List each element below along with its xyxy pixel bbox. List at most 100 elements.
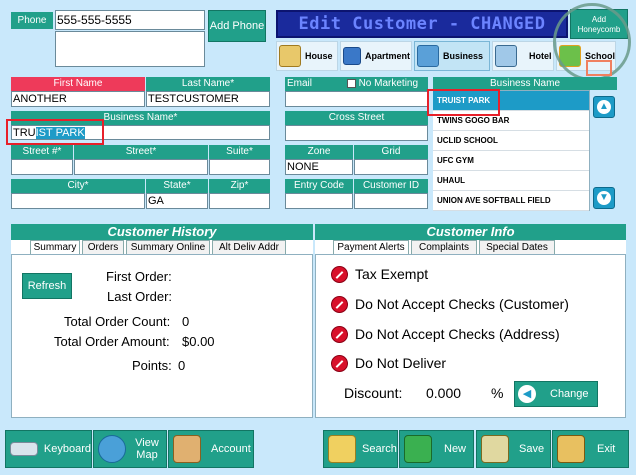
search-icon: [328, 435, 356, 463]
grid-field[interactable]: [354, 159, 428, 175]
tax-exempt-label: Tax Exempt: [355, 266, 429, 282]
no-sign-icon[interactable]: [331, 296, 348, 313]
zone-label: Zone: [285, 145, 353, 159]
tab-hotel[interactable]: Hotel: [492, 41, 554, 71]
add-phone-button[interactable]: Add Phone: [208, 10, 266, 42]
scroll-up-button[interactable]: ▲: [593, 96, 615, 118]
cross-street-field[interactable]: [285, 125, 428, 141]
tab-orders[interactable]: Orders: [82, 240, 124, 254]
tab-house-label: House: [305, 51, 333, 61]
total-order-count-value: 0: [182, 314, 190, 329]
tab-special-dates[interactable]: Special Dates: [479, 240, 555, 254]
tab-apartment-label: Apartment: [365, 51, 411, 61]
account-button[interactable]: Account: [168, 430, 254, 468]
tab-business[interactable]: Business: [414, 41, 490, 71]
globe-icon: [98, 435, 126, 463]
page-title: Edit Customer - CHANGED: [276, 10, 568, 38]
business-highlight-box: [6, 119, 104, 145]
zip-label: Zip*: [209, 179, 270, 193]
last-name-field[interactable]: TESTCUSTOMER: [146, 91, 270, 107]
no-marketing-label: No Marketing: [358, 78, 419, 89]
refresh-button[interactable]: Refresh: [22, 273, 72, 299]
tab-complaints[interactable]: Complaints: [411, 240, 477, 254]
entry-code-field[interactable]: [285, 193, 353, 209]
points-label: Points:: [132, 358, 172, 373]
do-not-deliver-label: Do Not Deliver: [355, 355, 447, 371]
account-label: Account: [211, 443, 251, 455]
no-checks-customer-label: Do Not Accept Checks (Customer): [355, 296, 569, 312]
exit-label: Exit: [597, 443, 616, 455]
street-label: Street*: [74, 145, 208, 159]
info-title: Customer Info: [315, 224, 626, 240]
phone-notes-field[interactable]: [55, 31, 205, 67]
change-label: Change: [550, 388, 589, 400]
suite-field[interactable]: [209, 159, 270, 175]
state-field[interactable]: GA: [146, 193, 208, 209]
apartment-icon: [343, 47, 361, 65]
cross-street-label: Cross Street: [285, 111, 428, 125]
view-map-button[interactable]: View Map: [93, 430, 167, 468]
last-order-label: Last Order:: [107, 289, 173, 304]
business-icon: [417, 45, 439, 67]
total-order-amount-value: $0.00: [182, 334, 215, 349]
account-icon: [173, 435, 201, 463]
city-field[interactable]: [11, 193, 145, 209]
tab-summary-online[interactable]: Summary Online: [126, 240, 210, 254]
exit-door-icon: [557, 435, 585, 463]
save-icon: [481, 435, 509, 463]
tab-summary[interactable]: Summary: [30, 240, 80, 254]
save-button[interactable]: Save: [476, 430, 551, 468]
zone-field[interactable]: NONE: [285, 159, 353, 175]
phone-field[interactable]: 555-555-5555: [55, 10, 205, 30]
state-label: State*: [146, 179, 208, 193]
suite-label: Suite*: [209, 145, 270, 159]
exit-button[interactable]: Exit: [552, 430, 629, 468]
first-order-label: First Order:: [106, 269, 172, 284]
change-button[interactable]: ◀ Change: [514, 381, 598, 407]
no-sign-icon[interactable]: [331, 355, 348, 372]
new-user-icon: [404, 435, 432, 463]
arrow-up-icon: ▲: [597, 100, 611, 114]
arrow-down-icon: ▼: [597, 191, 611, 205]
search-button[interactable]: Search: [323, 430, 398, 468]
scroll-down-button[interactable]: ▼: [593, 187, 615, 209]
no-sign-icon[interactable]: [331, 326, 348, 343]
list-item[interactable]: UFC GYM: [433, 151, 589, 171]
zip-field[interactable]: [209, 193, 270, 209]
list-item[interactable]: UCLID SCHOOL: [433, 131, 589, 151]
search-label: Search: [362, 443, 397, 455]
hotel-icon: [495, 45, 517, 67]
new-button[interactable]: New: [399, 430, 474, 468]
total-order-amount-label: Total Order Amount:: [54, 334, 170, 349]
keyboard-button[interactable]: Keyboard: [5, 430, 92, 468]
no-marketing-checkbox[interactable]: [346, 78, 356, 88]
tab-apartment[interactable]: Apartment: [340, 41, 412, 71]
email-field[interactable]: [285, 91, 428, 107]
street-field[interactable]: [74, 159, 208, 175]
customer-id-field[interactable]: [354, 193, 428, 209]
annotation-box: [586, 60, 612, 76]
view-map-label: View Map: [135, 437, 159, 461]
list-item[interactable]: UNION AVE SOFTBALL FIELD: [433, 191, 589, 211]
tab-payment-alerts[interactable]: Payment Alerts: [333, 240, 409, 254]
new-label: New: [444, 443, 467, 455]
no-sign-icon[interactable]: [331, 266, 348, 283]
discount-value: 0.000: [426, 385, 462, 401]
street-number-field[interactable]: [11, 159, 73, 175]
entry-code-label: Entry Code: [285, 179, 353, 193]
street-number-label: Street #*: [11, 145, 73, 159]
grid-label: Grid: [354, 145, 428, 159]
tab-alt-deliv-addr[interactable]: Alt Deliv Addr: [212, 240, 286, 254]
tab-house[interactable]: House: [276, 41, 338, 71]
list-item[interactable]: UHAUL: [433, 171, 589, 191]
first-name-label: First Name: [11, 77, 145, 91]
total-order-count-label: Total Order Count:: [64, 314, 171, 329]
last-name-label: Last Name*: [146, 77, 270, 91]
keyboard-icon: [10, 442, 38, 456]
tab-business-label: Business: [443, 51, 484, 61]
keyboard-label: Keyboard: [43, 443, 91, 455]
discount-label: Discount:: [344, 385, 403, 401]
city-label: City*: [11, 179, 145, 193]
percent-label: %: [491, 385, 504, 401]
first-name-field[interactable]: ANOTHER: [11, 91, 145, 107]
